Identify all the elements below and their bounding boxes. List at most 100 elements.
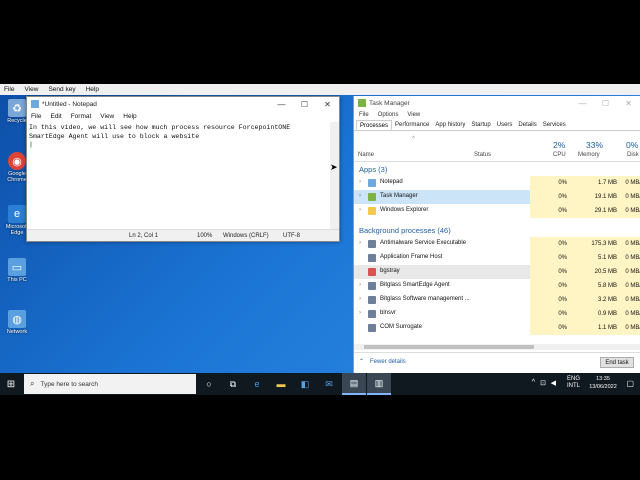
scrollbar-thumb[interactable] (364, 345, 534, 349)
taskbar-file-explorer[interactable]: ▬ (269, 373, 293, 395)
task-manager-icon: ▤ (349, 377, 359, 388)
notepad-menu-edit[interactable]: Edit (50, 113, 61, 120)
process-row[interactable]: › Windows Explorer 0% 29.1 MB 0 MB/ (354, 204, 640, 218)
process-row[interactable]: › Bitglass Software management ... 0% 3.… (354, 293, 640, 307)
notepad-menu-file[interactable]: File (31, 113, 41, 120)
task-manager-window-controls: — ☐ ✕ (571, 96, 640, 110)
process-row[interactable]: › blnsvr 0% 0.9 MB 0 MB/ (354, 307, 640, 321)
notepad-text-area[interactable]: In this video, we will see how much proc… (27, 122, 331, 230)
screen: File View Send key Help ♻ Recycle ◉ Goog… (0, 0, 640, 480)
vm-menu-view[interactable]: View (24, 86, 38, 93)
background-group-header: Background processes (46) (359, 226, 451, 235)
computer-icon: ▭ (8, 258, 26, 276)
search-placeholder: Type here to search (40, 380, 98, 388)
vm-menu-send-key[interactable]: Send key (48, 86, 75, 93)
vm-menu-file[interactable]: File (4, 86, 14, 93)
mouse-cursor-icon: ➤ (330, 162, 338, 172)
minimize-icon[interactable]: — (571, 96, 594, 110)
expand-chevron-icon[interactable]: › (359, 240, 361, 246)
process-row[interactable]: › Antimalware Service Executable 0% 175.… (354, 237, 640, 251)
tab-services[interactable]: Services (540, 120, 569, 130)
cpu-total: 2% (553, 140, 566, 150)
clock-time: 13:35 (596, 376, 610, 382)
task-view-button[interactable]: ⧉ (221, 373, 245, 395)
tab-performance[interactable]: Performance (392, 120, 432, 130)
notepad-window-controls: — ☐ ✕ (270, 97, 339, 111)
expand-chevron-icon[interactable]: › (359, 296, 361, 302)
process-row[interactable]: bgstray 0% 20.5 MB 0 MB/ (354, 265, 640, 279)
tab-details[interactable]: Details (515, 120, 539, 130)
column-name[interactable]: Name (358, 152, 374, 158)
taskbar-notepad[interactable]: ▥ (367, 373, 391, 395)
column-disk[interactable]: Disk (627, 152, 639, 158)
expand-chevron-icon[interactable]: › (359, 310, 361, 316)
taskbar-store[interactable]: ◧ (293, 373, 317, 395)
process-row[interactable]: › Bitglass SmartEdge Agent 0% 5.8 MB 0 M… (354, 279, 640, 293)
tm-menu-options[interactable]: Options (378, 112, 399, 118)
taskbar-edge[interactable]: e (245, 373, 269, 395)
volume-icon[interactable]: ◀ (551, 379, 556, 387)
process-row[interactable]: › Notepad 0% 1.7 MB 0 MB/ (354, 176, 640, 190)
column-cpu[interactable]: CPU (553, 152, 566, 158)
desktop-icon-this-pc[interactable]: ▭ This PC (3, 258, 31, 283)
process-list-horizontal-scrollbar[interactable] (354, 344, 640, 350)
taskbar: ⊞ ⌕ Type here to search ○ ⧉ e ▬ ◧ ✉ ▤ ▥ … (0, 373, 640, 395)
chevron-up-icon[interactable]: ⌃ (359, 358, 364, 365)
fewer-details-link[interactable]: Fewer details (370, 359, 406, 365)
process-row[interactable]: › Task Manager 0% 19.1 MB 0 MB/ (354, 190, 640, 204)
taskbar-mail[interactable]: ✉ (317, 373, 341, 395)
start-button[interactable]: ⊞ (0, 373, 22, 395)
tab-users[interactable]: Users (494, 120, 516, 130)
cortana-icon: ○ (206, 379, 212, 389)
network-icon: ◍ (8, 310, 26, 328)
store-icon: ◧ (300, 378, 310, 389)
column-memory[interactable]: Memory (578, 152, 600, 158)
vm-menu-help[interactable]: Help (86, 86, 99, 93)
recycle-bin-icon: ♻ (8, 99, 26, 117)
desktop-icon-network[interactable]: ◍ Network (3, 310, 31, 335)
notification-icon[interactable]: ▢ (626, 379, 634, 388)
edge-icon: e (254, 379, 260, 389)
tab-processes[interactable]: Processes (356, 120, 393, 130)
mail-icon: ✉ (325, 378, 333, 389)
desktop: ♻ Recycle ◉ Google Chrome e Microsoft Ed… (0, 95, 640, 373)
service-icon (368, 324, 376, 332)
notepad-menu-view[interactable]: View (100, 113, 114, 120)
edge-icon: e (8, 205, 26, 223)
apps-group-header: Apps (3) (359, 165, 388, 174)
expand-chevron-icon[interactable]: › (359, 179, 361, 185)
notepad-vertical-scrollbar[interactable] (330, 122, 339, 230)
maximize-icon[interactable]: ☐ (594, 96, 617, 110)
taskbar-task-manager[interactable]: ▤ (342, 373, 366, 395)
folder-icon (368, 207, 376, 215)
notepad-menu-format[interactable]: Format (71, 113, 92, 120)
column-status[interactable]: Status (474, 152, 491, 158)
maximize-icon[interactable]: ☐ (293, 97, 316, 111)
tab-startup[interactable]: Startup (468, 120, 493, 130)
task-manager-menubar: File Options View (354, 110, 640, 120)
expand-chevron-icon[interactable]: › (359, 193, 361, 199)
network-icon[interactable]: ⊡ (540, 379, 546, 387)
folder-icon: ▬ (276, 379, 286, 389)
close-icon[interactable]: ✕ (316, 97, 339, 111)
zoom-level: 100% (197, 233, 213, 239)
taskbar-clock[interactable]: 13:35 13/06/2022 (586, 375, 620, 391)
close-icon[interactable]: ✕ (617, 96, 640, 110)
taskbar-search-box[interactable]: ⌕ Type here to search (24, 374, 196, 394)
expand-chevron-icon[interactable]: › (359, 282, 361, 288)
memory-total: 33% (586, 140, 604, 150)
tab-app-history[interactable]: App history (432, 120, 468, 130)
notepad-menu-help[interactable]: Help (123, 113, 136, 120)
encoding: UTF-8 (283, 233, 300, 239)
chevron-up-icon[interactable]: ^ (532, 379, 535, 386)
minimize-icon[interactable]: — (270, 97, 293, 111)
cortana-button[interactable]: ○ (197, 373, 221, 395)
expand-chevron-icon[interactable]: › (359, 207, 361, 213)
tm-menu-view[interactable]: View (407, 112, 420, 118)
process-row[interactable]: Application Frame Host 0% 5.1 MB 0 MB/ (354, 251, 640, 265)
tm-menu-file[interactable]: File (359, 112, 369, 118)
notepad-menubar: File Edit Format View Help (27, 111, 339, 121)
process-row[interactable]: COM Surrogate 0% 1.1 MB 0 MB/ (354, 321, 640, 335)
end-task-button[interactable]: End task (600, 357, 634, 368)
input-language[interactable]: ENG INTL (567, 376, 580, 390)
